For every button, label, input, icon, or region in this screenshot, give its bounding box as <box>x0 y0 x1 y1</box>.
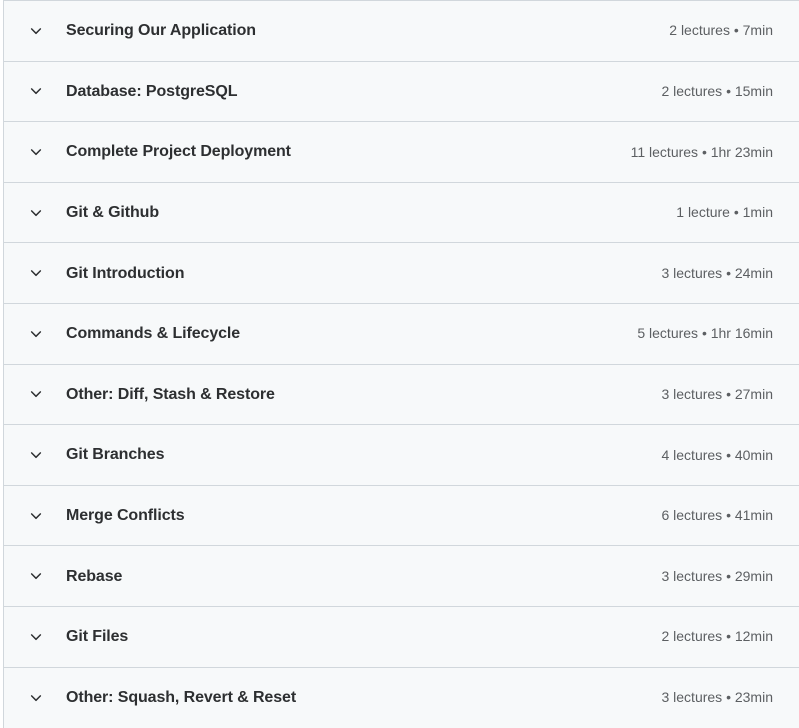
curriculum-section-row[interactable]: Other: Diff, Stash & Restore 3 lectures •… <box>4 364 799 426</box>
chevron-down-icon[interactable] <box>4 326 66 342</box>
chevron-down-icon[interactable] <box>4 23 66 39</box>
section-meta: 3 lectures • 24min <box>661 264 773 281</box>
curriculum-section-row[interactable]: Git Branches 4 lectures • 40min <box>4 425 799 486</box>
course-curriculum-accordion: Securing Our Application 2 lectures • 7mi… <box>3 0 799 728</box>
chevron-down-icon[interactable] <box>4 265 66 281</box>
chevron-down-icon[interactable] <box>4 690 66 706</box>
section-meta: 1 lecture • 1min <box>676 204 773 221</box>
curriculum-section-row[interactable]: Complete Project Deployment 11 lectures •… <box>4 122 799 183</box>
section-title: Database: PostgreSQL <box>66 82 238 100</box>
section-meta: 4 lectures • 40min <box>661 446 773 463</box>
chevron-down-icon[interactable] <box>4 508 66 524</box>
section-meta: 6 lectures • 41min <box>661 507 773 524</box>
section-meta: 2 lectures • 7min <box>669 22 773 39</box>
section-meta: 11 lectures • 1hr 23min <box>630 143 773 160</box>
section-title: Complete Project Deployment <box>66 143 291 161</box>
chevron-down-icon[interactable] <box>4 629 66 645</box>
chevron-down-icon[interactable] <box>4 386 66 402</box>
section-title: Other: Diff, Stash & Restore <box>66 385 275 403</box>
curriculum-section-row[interactable]: Database: PostgreSQL 2 lectures • 15min <box>4 61 799 123</box>
curriculum-section-row[interactable]: Git Introduction 3 lectures • 24min <box>4 243 799 304</box>
section-meta: 3 lectures • 29min <box>661 567 773 584</box>
section-title: Rebase <box>66 567 123 585</box>
section-title: Merge Conflicts <box>66 506 185 524</box>
curriculum-section-row[interactable]: Git Files 2 lectures • 12min <box>4 606 799 668</box>
section-title: Securing Our Application <box>66 22 256 40</box>
section-title: Other: Squash, Revert & Reset <box>66 689 297 707</box>
curriculum-section-row[interactable]: Commands & Lifecycle 5 lectures • 1hr 16m… <box>4 303 799 365</box>
curriculum-section-row[interactable]: Rebase 3 lectures • 29min <box>4 546 799 607</box>
section-meta: 3 lectures • 27min <box>661 385 773 402</box>
chevron-down-icon[interactable] <box>4 144 66 160</box>
curriculum-section-row[interactable]: Other: Squash, Revert & Reset 3 lectures … <box>4 667 799 728</box>
section-meta: 3 lectures • 23min <box>661 689 773 706</box>
section-title: Git Files <box>66 628 129 646</box>
section-title: Commands & Lifecycle <box>66 325 241 343</box>
section-title: Git Branches <box>66 446 165 464</box>
curriculum-section-row[interactable]: Merge Conflicts 6 lectures • 41min <box>4 485 799 547</box>
section-meta: 5 lectures • 1hr 16min <box>637 325 773 342</box>
chevron-down-icon[interactable] <box>4 568 66 584</box>
chevron-down-icon[interactable] <box>4 205 66 221</box>
chevron-down-icon[interactable] <box>4 83 66 99</box>
section-meta: 2 lectures • 12min <box>661 628 773 645</box>
section-title: Git Introduction <box>66 264 185 282</box>
curriculum-section-row[interactable]: Securing Our Application 2 lectures • 7mi… <box>4 1 799 62</box>
section-title: Git & Github <box>66 203 160 221</box>
section-meta: 2 lectures • 15min <box>661 82 773 99</box>
chevron-down-icon[interactable] <box>4 447 66 463</box>
curriculum-section-row[interactable]: Git & Github 1 lecture • 1min <box>4 182 799 244</box>
